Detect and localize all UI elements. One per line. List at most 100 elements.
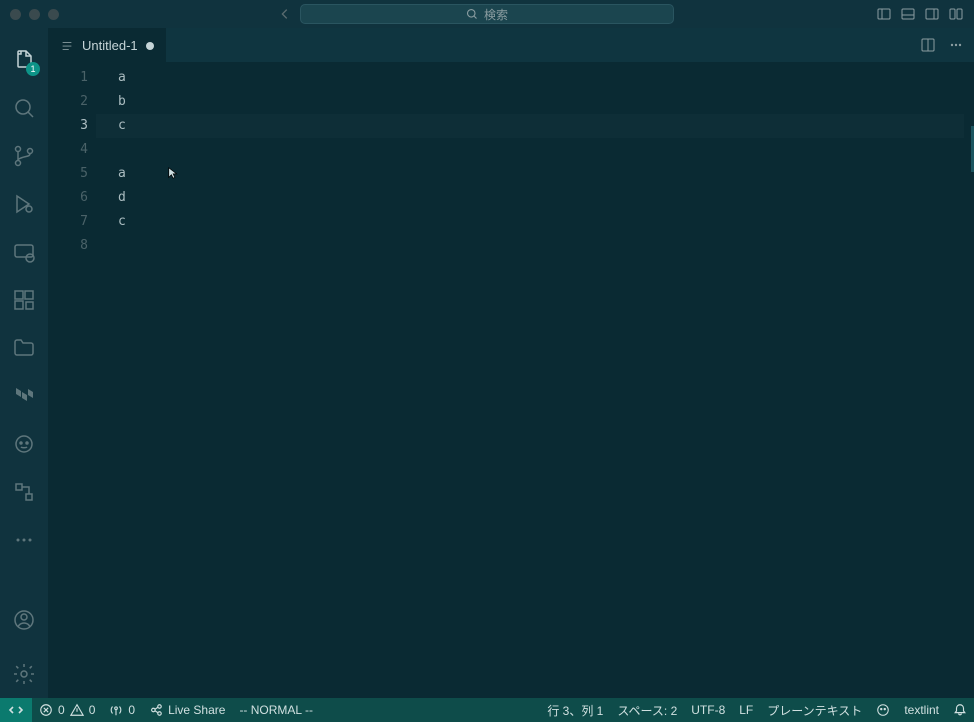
tab-label: Untitled-1 <box>82 38 138 53</box>
editor-pane[interactable]: 1 2 3 4 5 6 7 8 a b c a d c <box>48 62 974 698</box>
activity-source-control[interactable] <box>0 132 48 180</box>
status-bar: 0 0 0 Live Share -- NORMAL -- 行 3、列 1 スペ… <box>0 698 974 722</box>
live-share-icon <box>149 703 163 717</box>
command-center-search[interactable]: 検索 <box>300 4 674 24</box>
line-number: 2 <box>48 90 110 114</box>
radio-tower-icon <box>109 703 123 717</box>
line-number: 3 <box>48 114 110 138</box>
status-problems[interactable]: 0 0 <box>32 698 102 722</box>
code-line <box>118 234 974 258</box>
minimize-window[interactable] <box>29 9 40 20</box>
main-area: 1 <box>0 28 974 698</box>
tab-bar: Untitled-1 <box>48 28 974 62</box>
activity-search[interactable] <box>0 84 48 132</box>
activity-bar: 1 <box>0 28 48 698</box>
activity-extensions[interactable] <box>0 276 48 324</box>
indentation-label: スペース: 2 <box>617 702 677 719</box>
line-number: 4 <box>48 138 110 162</box>
activity-explorer[interactable]: 1 <box>0 36 48 84</box>
gear-icon <box>12 662 36 686</box>
status-copilot[interactable] <box>869 698 897 722</box>
activity-settings[interactable] <box>0 650 48 698</box>
terraform-icon <box>12 384 36 408</box>
split-editor-icon[interactable] <box>920 37 936 53</box>
explorer-badge: 1 <box>26 62 40 76</box>
status-notifications[interactable] <box>946 698 974 722</box>
code-line: c <box>118 114 974 138</box>
more-actions-icon[interactable] <box>948 37 964 53</box>
unsaved-dot-icon <box>146 42 154 50</box>
search-placeholder: 検索 <box>484 6 508 23</box>
line-number: 8 <box>48 234 110 258</box>
code-line: b <box>118 90 974 114</box>
status-indentation[interactable]: スペース: 2 <box>610 698 684 722</box>
editor-group: Untitled-1 1 2 3 4 5 6 7 8 a <box>48 28 974 698</box>
cursor-position-label: 行 3、列 1 <box>547 702 603 719</box>
line-number: 7 <box>48 210 110 234</box>
tab-untitled-1[interactable]: Untitled-1 <box>48 28 166 62</box>
tab-actions <box>910 28 974 62</box>
line-number: 6 <box>48 186 110 210</box>
textlint-label: textlint <box>904 703 939 717</box>
error-icon <box>39 703 53 717</box>
file-icon <box>60 39 74 53</box>
search-icon <box>466 8 478 20</box>
code-line: a <box>118 162 974 186</box>
activity-run-debug[interactable] <box>0 180 48 228</box>
layout-controls <box>876 6 964 22</box>
status-live-share[interactable]: Live Share <box>142 698 232 722</box>
remote-icon <box>8 702 24 718</box>
activity-graph[interactable] <box>0 468 48 516</box>
status-eol[interactable]: LF <box>732 698 760 722</box>
toggle-primary-sidebar-icon[interactable] <box>876 6 892 22</box>
status-encoding[interactable]: UTF-8 <box>684 698 732 722</box>
status-vim-mode: -- NORMAL -- <box>232 698 320 722</box>
activity-remote-explorer[interactable] <box>0 228 48 276</box>
eol-label: LF <box>739 703 753 717</box>
code-line: d <box>118 186 974 210</box>
code-line: c <box>118 210 974 234</box>
branch-icon <box>12 144 36 168</box>
extensions-icon <box>12 288 36 312</box>
vim-mode-label: -- NORMAL -- <box>239 703 313 717</box>
ellipsis-icon <box>12 528 36 552</box>
window-controls <box>10 9 59 20</box>
toggle-panel-icon[interactable] <box>900 6 916 22</box>
play-bug-icon <box>12 192 36 216</box>
code-line: a <box>118 66 974 90</box>
live-share-label: Live Share <box>168 703 225 717</box>
titlebar: 検索 <box>0 0 974 28</box>
copilot-icon <box>12 432 36 456</box>
customize-layout-icon[interactable] <box>948 6 964 22</box>
copilot-icon <box>876 703 890 717</box>
status-ports[interactable]: 0 <box>102 698 142 722</box>
encoding-label: UTF-8 <box>691 703 725 717</box>
remote-indicator[interactable] <box>0 698 32 722</box>
maximize-window[interactable] <box>48 9 59 20</box>
ports-count: 0 <box>128 703 135 717</box>
warning-icon <box>70 703 84 717</box>
line-number: 1 <box>48 66 110 90</box>
activity-accounts[interactable] <box>0 596 48 644</box>
folder-icon <box>12 336 36 360</box>
gutter: 1 2 3 4 5 6 7 8 <box>48 62 110 698</box>
toggle-secondary-sidebar-icon[interactable] <box>924 6 940 22</box>
language-label: プレーンテキスト <box>767 702 862 719</box>
status-language-mode[interactable]: プレーンテキスト <box>760 698 869 722</box>
code-line <box>118 138 974 162</box>
search-icon <box>12 96 36 120</box>
remote-explorer-icon <box>12 240 36 264</box>
activity-folder[interactable] <box>0 324 48 372</box>
nav-back-icon[interactable] <box>278 7 292 21</box>
status-cursor-position[interactable]: 行 3、列 1 <box>540 698 610 722</box>
code-content[interactable]: a b c a d c <box>110 62 974 698</box>
account-icon <box>12 608 36 632</box>
close-window[interactable] <box>10 9 21 20</box>
bell-icon <box>953 703 967 717</box>
status-textlint[interactable]: textlint <box>897 698 946 722</box>
activity-terraform[interactable] <box>0 372 48 420</box>
activity-more[interactable] <box>0 516 48 564</box>
warning-count: 0 <box>89 703 96 717</box>
graph-icon <box>12 480 36 504</box>
activity-copilot[interactable] <box>0 420 48 468</box>
